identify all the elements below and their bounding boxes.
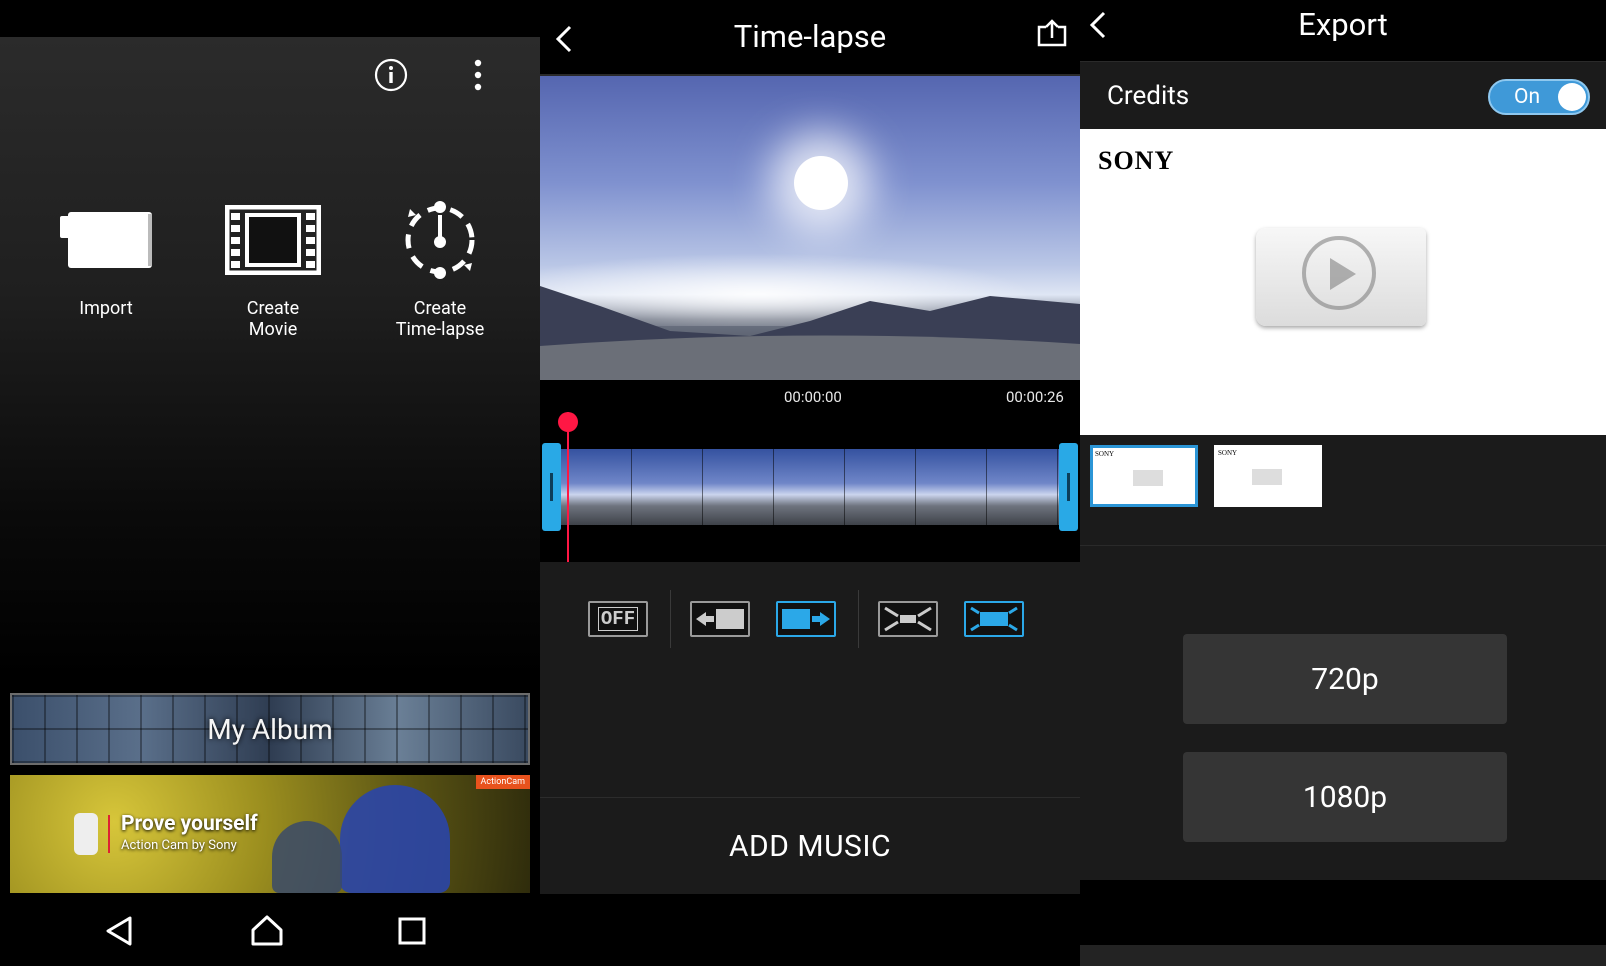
credit-thumb-selected[interactable]: SONY <box>1090 445 1198 507</box>
credit-thumb[interactable]: SONY <box>1214 445 1322 507</box>
back-nav-icon[interactable] <box>104 915 134 951</box>
page-title: Time-lapse <box>733 18 887 55</box>
timelapse-screen: Time-lapse 00:00:00 00:00:26 OFF ADD MUS… <box>540 0 1080 894</box>
toggle-state: On <box>1514 85 1541 109</box>
create-timelapse-label: Create Time-lapse <box>395 298 485 340</box>
playhead-knob[interactable] <box>558 412 578 432</box>
page-title: Export <box>1298 6 1388 43</box>
ad-banner[interactable]: Prove yourself Action Cam by Sony Action… <box>10 775 530 893</box>
export-720p-button[interactable]: 720p <box>1183 634 1507 724</box>
zoom-out-icon <box>970 606 1018 632</box>
info-icon[interactable] <box>374 58 408 92</box>
action-cam-icon <box>74 813 98 855</box>
recents-nav-icon[interactable] <box>398 917 426 949</box>
film-icon <box>193 190 353 290</box>
zoom-in-button[interactable] <box>878 601 938 637</box>
pan-left-icon <box>696 609 744 629</box>
credits-label: Credits <box>1107 81 1190 111</box>
home-screen: Import Create Movie Create Time-lapse My… <box>0 0 540 966</box>
bottom-strip <box>1080 945 1606 966</box>
ad-divider <box>108 815 110 853</box>
home-background <box>0 37 540 677</box>
export-screen: Export Credits On SONY SONY SONY 720p 10… <box>1080 0 1606 966</box>
import-label: Import <box>79 298 133 319</box>
timelapse-icon <box>360 190 520 290</box>
pan-left-button[interactable] <box>690 601 750 637</box>
ad-rider-figure-2 <box>272 821 342 893</box>
add-music-button[interactable]: ADD MUSIC <box>540 797 1080 894</box>
ad-subline: Action Cam by Sony <box>121 838 237 853</box>
overflow-menu-icon[interactable] <box>468 58 488 92</box>
mountain-silhouette <box>540 286 1080 380</box>
share-icon[interactable] <box>1036 18 1068 52</box>
thumb-logo: SONY <box>1095 450 1115 458</box>
sun-glare <box>794 156 848 210</box>
thumb-logo: SONY <box>1218 449 1238 457</box>
sony-logo: SONY <box>1098 146 1175 175</box>
filmstrip[interactable] <box>560 449 1060 525</box>
effect-off-button[interactable]: OFF <box>588 601 648 637</box>
credit-preview[interactable]: SONY <box>1080 129 1606 435</box>
control-separator <box>858 590 859 648</box>
timelapse-header: Time-lapse <box>540 0 1080 76</box>
thumb-camera <box>1133 470 1163 486</box>
thumb-camera <box>1252 469 1282 485</box>
control-separator <box>670 590 671 648</box>
trim-handle-start[interactable] <box>542 443 561 531</box>
zoom-out-button[interactable] <box>964 601 1024 637</box>
camera-icon <box>26 190 186 290</box>
end-timecode: 00:00:26 <box>1006 388 1064 406</box>
import-button[interactable]: Import <box>26 190 186 319</box>
pan-right-icon <box>782 609 830 629</box>
trim-handle-end[interactable] <box>1059 443 1078 531</box>
credits-toggle[interactable]: On <box>1488 79 1590 115</box>
start-timecode: 00:00:00 <box>784 388 842 406</box>
ad-badge: ActionCam <box>475 775 530 789</box>
resolution-area: 720p 1080p <box>1080 546 1606 880</box>
effect-controls <box>540 565 1080 795</box>
credits-row: Credits On <box>1080 61 1606 130</box>
home-nav-icon[interactable] <box>250 913 284 951</box>
play-icon[interactable] <box>1302 236 1376 310</box>
my-album-banner[interactable]: My Album <box>10 693 530 765</box>
create-movie-button[interactable]: Create Movie <box>193 190 353 340</box>
ad-rider-figure <box>340 785 450 893</box>
video-preview[interactable] <box>540 76 1080 380</box>
ad-headline: Prove yourself <box>121 812 258 836</box>
credit-thumbnails: SONY SONY <box>1080 435 1606 546</box>
pan-right-button[interactable] <box>776 601 836 637</box>
export-1080p-button[interactable]: 1080p <box>1183 752 1507 842</box>
album-title: My Album <box>207 712 333 746</box>
create-timelapse-button[interactable]: Create Time-lapse <box>360 190 520 340</box>
playhead-line <box>567 412 569 562</box>
toggle-knob <box>1558 83 1586 111</box>
android-nav-bar <box>0 893 540 966</box>
create-movie-label: Create Movie <box>246 298 300 340</box>
zoom-in-icon <box>884 606 932 632</box>
